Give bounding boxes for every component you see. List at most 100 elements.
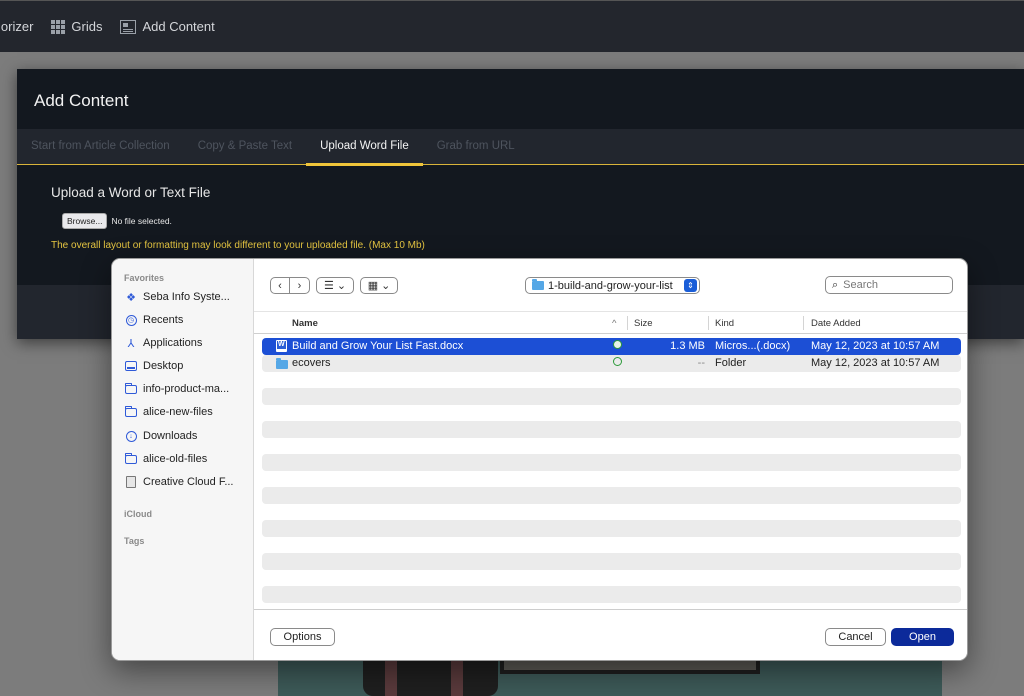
sidebar-item-seba[interactable]: ❖ Seba Info Syste...: [125, 291, 230, 304]
nav-colorizer-label: lorizer: [0, 19, 34, 34]
back-button[interactable]: ‹: [271, 278, 291, 293]
sidebar-item-alice-old-files[interactable]: alice-old-files: [125, 452, 208, 465]
search-field[interactable]: ⌕ Search: [825, 276, 953, 294]
applications-icon: ⅄: [127, 337, 135, 350]
empty-row: [262, 553, 961, 570]
sidebar-item-label: Desktop: [143, 360, 184, 372]
grid-icon: [51, 19, 66, 34]
sort-ascending-icon[interactable]: ^: [612, 318, 616, 329]
file-name: ecovers: [292, 357, 331, 369]
options-button[interactable]: Options: [270, 628, 335, 646]
word-document-icon: [276, 340, 287, 352]
dialog-toolbar: ‹ › ☰ ⌄ ▦ ⌄ 1-build-and-grow-your-list ⇕…: [254, 259, 967, 309]
column-separator[interactable]: [803, 316, 804, 330]
nav-add-content-label: Add Content: [142, 19, 215, 34]
folder-icon: [125, 452, 137, 465]
file-open-dialog: Favorites ❖ Seba Info Syste... ◷ Recents…: [111, 258, 968, 661]
sidebar-item-applications[interactable]: ⅄ Applications: [125, 337, 203, 350]
column-size[interactable]: Size: [634, 318, 652, 329]
no-file-text: No file selected.: [111, 216, 172, 226]
empty-row: [262, 388, 961, 405]
column-separator[interactable]: [627, 316, 628, 330]
icloud-synced-icon: [613, 357, 622, 366]
download-icon: ↓: [125, 430, 137, 442]
tab-upload-word[interactable]: Upload Word File: [306, 129, 423, 166]
list-icon: ☰: [323, 280, 334, 292]
column-separator[interactable]: [708, 316, 709, 330]
file-row[interactable]: ecovers -- Folder May 12, 2023 at 10:57 …: [262, 355, 961, 372]
modal-tabs: Start from Article Collection Copy & Pas…: [17, 129, 1024, 166]
tags-label[interactable]: Tags: [124, 536, 144, 546]
sidebar-item-label: Downloads: [143, 430, 198, 442]
empty-row: [262, 421, 961, 438]
sidebar-item-label: Creative Cloud F...: [143, 476, 234, 488]
file-row[interactable]: Build and Grow Your List Fast.docx 1.3 M…: [262, 338, 961, 355]
folder-icon: [276, 358, 288, 369]
column-date-added[interactable]: Date Added: [811, 318, 861, 329]
column-header: Name ^ Size Kind Date Added: [254, 311, 967, 334]
empty-row: [262, 520, 961, 537]
folder-icon: [532, 279, 544, 290]
search-icon: ⌕: [832, 278, 839, 291]
sidebar-item-alice-new-files[interactable]: alice-new-files: [125, 405, 213, 418]
app-top-bar: lorizer Grids Add Content: [0, 0, 1024, 52]
document-icon: [125, 476, 137, 488]
dialog-main: ‹ › ☰ ⌄ ▦ ⌄ 1-build-and-grow-your-list ⇕…: [254, 259, 967, 660]
dropbox-icon: ❖: [126, 291, 136, 304]
nav-grids[interactable]: Grids: [51, 19, 102, 34]
file-size: --: [697, 357, 705, 369]
sidebar-item-label: alice-old-files: [143, 453, 208, 465]
folder-icon: [125, 405, 137, 418]
sidebar-item-recents[interactable]: ◷ Recents: [125, 314, 183, 326]
modal-title: Add Content: [34, 91, 129, 110]
column-name[interactable]: Name: [292, 318, 318, 329]
clock-icon: ◷: [125, 314, 137, 326]
grid-view-icon: ▦: [367, 280, 379, 292]
sidebar-item-label: Seba Info Syste...: [143, 291, 230, 303]
dialog-button-bar: Options Cancel Open: [254, 609, 967, 660]
chevron-down-icon: ⌄: [381, 280, 391, 292]
file-date-added: May 12, 2023 at 10:57 AM: [811, 357, 940, 369]
list-view-button[interactable]: ☰ ⌄: [316, 277, 354, 294]
search-placeholder: Search: [843, 279, 879, 291]
tab-article-collection[interactable]: Start from Article Collection: [17, 129, 184, 165]
file-kind: Micros...(.docx): [715, 340, 791, 352]
dialog-sidebar: Favorites ❖ Seba Info Syste... ◷ Recents…: [112, 259, 254, 660]
file-size: 1.3 MB: [670, 340, 705, 352]
nav-add-content[interactable]: Add Content: [120, 19, 215, 34]
file-date-added: May 12, 2023 at 10:57 AM: [811, 340, 940, 352]
up-down-chevron-icon: ⇕: [684, 279, 697, 292]
tab-grab-url[interactable]: Grab from URL: [423, 129, 529, 165]
nav-grids-label: Grids: [71, 19, 103, 34]
tab-copy-paste[interactable]: Copy & Paste Text: [184, 129, 306, 165]
forward-button[interactable]: ›: [290, 278, 309, 293]
upload-notice: The overall layout or formatting may loo…: [51, 240, 425, 251]
column-kind[interactable]: Kind: [715, 318, 734, 329]
grid-view-button[interactable]: ▦ ⌄: [360, 277, 398, 294]
nav-colorizer[interactable]: lorizer: [0, 19, 33, 34]
empty-row: [262, 487, 961, 504]
sidebar-item-label: info-product-ma...: [143, 383, 230, 395]
folder-icon: [125, 382, 137, 395]
chevron-down-icon: ⌄: [336, 280, 347, 292]
sidebar-item-label: alice-new-files: [143, 406, 213, 418]
browse-button[interactable]: Browse...: [62, 213, 108, 229]
cancel-button[interactable]: Cancel: [825, 628, 886, 646]
current-folder-label: 1-build-and-grow-your-list: [548, 279, 673, 292]
sidebar-item-creative-cloud[interactable]: Creative Cloud F...: [125, 476, 233, 488]
upload-heading: Upload a Word or Text File: [51, 185, 211, 200]
desktop-icon: [125, 360, 137, 372]
nav-buttons: ‹ ›: [270, 277, 310, 294]
sidebar-item-downloads[interactable]: ↓ Downloads: [125, 430, 197, 442]
favorites-label: Favorites: [124, 273, 165, 283]
sidebar-item-desktop[interactable]: Desktop: [125, 360, 183, 372]
open-button[interactable]: Open: [891, 628, 954, 646]
file-kind: Folder: [715, 357, 747, 369]
location-popup[interactable]: 1-build-and-grow-your-list ⇕: [525, 277, 700, 294]
sidebar-item-info-product[interactable]: info-product-ma...: [125, 382, 230, 395]
empty-row: [262, 454, 961, 471]
file-list: Build and Grow Your List Fast.docx 1.3 M…: [262, 338, 961, 603]
file-input[interactable]: Browse... No file selected.: [62, 213, 172, 229]
icloud-label[interactable]: iCloud: [124, 509, 152, 519]
file-name: Build and Grow Your List Fast.docx: [292, 340, 464, 352]
